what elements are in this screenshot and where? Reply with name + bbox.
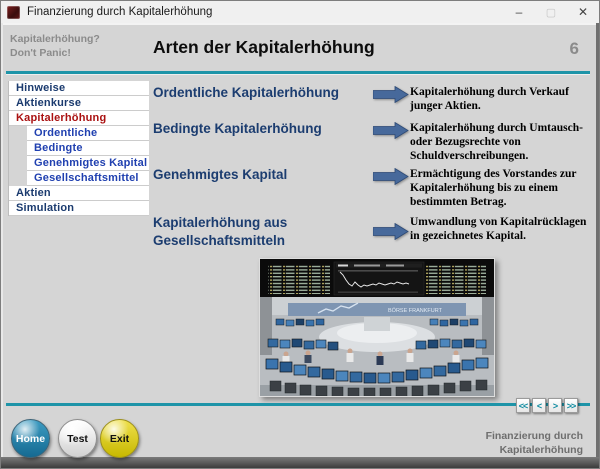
- brand-line-2: Don't Panic!: [10, 47, 100, 61]
- sidebar-item-ordentliche[interactable]: Ordentliche: [27, 126, 149, 141]
- sidebar-item-gesellschaftsmittel[interactable]: Gesellschaftsmittel: [27, 171, 149, 186]
- footer-divider: [6, 403, 590, 406]
- window-title: Finanzierung durch Kapitalerhöhung: [27, 6, 212, 18]
- exchange-photo: BÖRSE FRANKFURT: [259, 258, 495, 397]
- page-title: Arten der Kapitalerhöhung: [153, 37, 375, 58]
- footer-caption: Finanzierung durch Kapitalerhöhung: [486, 430, 583, 457]
- right-arrow-icon: [373, 86, 409, 103]
- sidebar-item-kapitalerhoehung[interactable]: Kapitalerhöhung: [9, 111, 149, 126]
- brand-line-1: Kapitalerhöhung?: [10, 33, 100, 47]
- sidebar-item-hinweise[interactable]: Hinweise: [9, 81, 149, 96]
- row-heading: Genehmigtes Kapital: [153, 166, 369, 184]
- maximize-button[interactable]: ▢: [535, 1, 567, 23]
- sidebar-item-aktienkurse[interactable]: Aktienkurse: [9, 96, 149, 111]
- app-window: Finanzierung durch Kapitalerhöhung – ▢ ✕…: [0, 0, 600, 469]
- pager: << < > >>: [516, 398, 578, 413]
- next-page-button[interactable]: >: [548, 398, 562, 413]
- last-page-button[interactable]: >>: [564, 398, 578, 413]
- sidebar-item-aktien[interactable]: Aktien: [9, 186, 149, 201]
- row-heading: Bedingte Kapitalerhöhung: [153, 120, 369, 138]
- row-description: Kapitalerhöhung durch Verkauf junger Akt…: [410, 85, 596, 113]
- previous-page-button[interactable]: <: [532, 398, 546, 413]
- right-arrow-icon: [373, 168, 409, 185]
- caption-line-1: Finanzierung durch: [486, 430, 583, 444]
- header-divider: [6, 71, 590, 74]
- right-arrow-icon: [373, 122, 409, 139]
- frame-bevel-bottom: [1, 457, 599, 468]
- svg-text:BÖRSE FRANKFURT: BÖRSE FRANKFURT: [388, 307, 443, 314]
- home-button[interactable]: Home: [11, 419, 50, 458]
- first-page-button[interactable]: <<: [516, 398, 530, 413]
- row-description: Kapitalerhöhung durch Umtausch- oder Bez…: [410, 121, 596, 163]
- exit-button[interactable]: Exit: [100, 419, 139, 458]
- app-icon: [7, 6, 20, 19]
- row-description: Umwandlung von Kapitalrücklagen in gezei…: [410, 215, 596, 243]
- window-controls: – ▢ ✕: [503, 1, 599, 23]
- right-arrow-icon: [373, 223, 409, 240]
- frame-bevel-right: [596, 23, 599, 457]
- sidebar-item-bedingte[interactable]: Bedingte: [27, 141, 149, 156]
- frame-bevel-left: [1, 23, 3, 457]
- row-heading: Kapitalerhöhung aus Gesellschaftsmitteln: [153, 214, 369, 249]
- brand-text: Kapitalerhöhung? Don't Panic!: [10, 33, 100, 60]
- sidebar-item-simulation[interactable]: Simulation: [9, 201, 149, 216]
- minimize-button[interactable]: –: [503, 1, 535, 23]
- row-heading: Ordentliche Kapitalerhöhung: [153, 84, 369, 102]
- page-number: 6: [570, 39, 579, 59]
- sidebar-menu: Hinweise Aktienkurse Kapitalerhöhung Ord…: [9, 81, 149, 216]
- close-button[interactable]: ✕: [567, 1, 599, 23]
- row-description: Ermächtigung des Vorstandes zur Kapitale…: [410, 167, 596, 209]
- window-titlebar: Finanzierung durch Kapitalerhöhung – ▢ ✕: [1, 1, 599, 24]
- sidebar-item-genehmigtes-kapital[interactable]: Genehmigtes Kapital: [27, 156, 149, 171]
- frame-bevel-top: [1, 23, 599, 25]
- caption-line-2: Kapitalerhöhung: [486, 444, 583, 458]
- test-button[interactable]: Test: [58, 419, 97, 458]
